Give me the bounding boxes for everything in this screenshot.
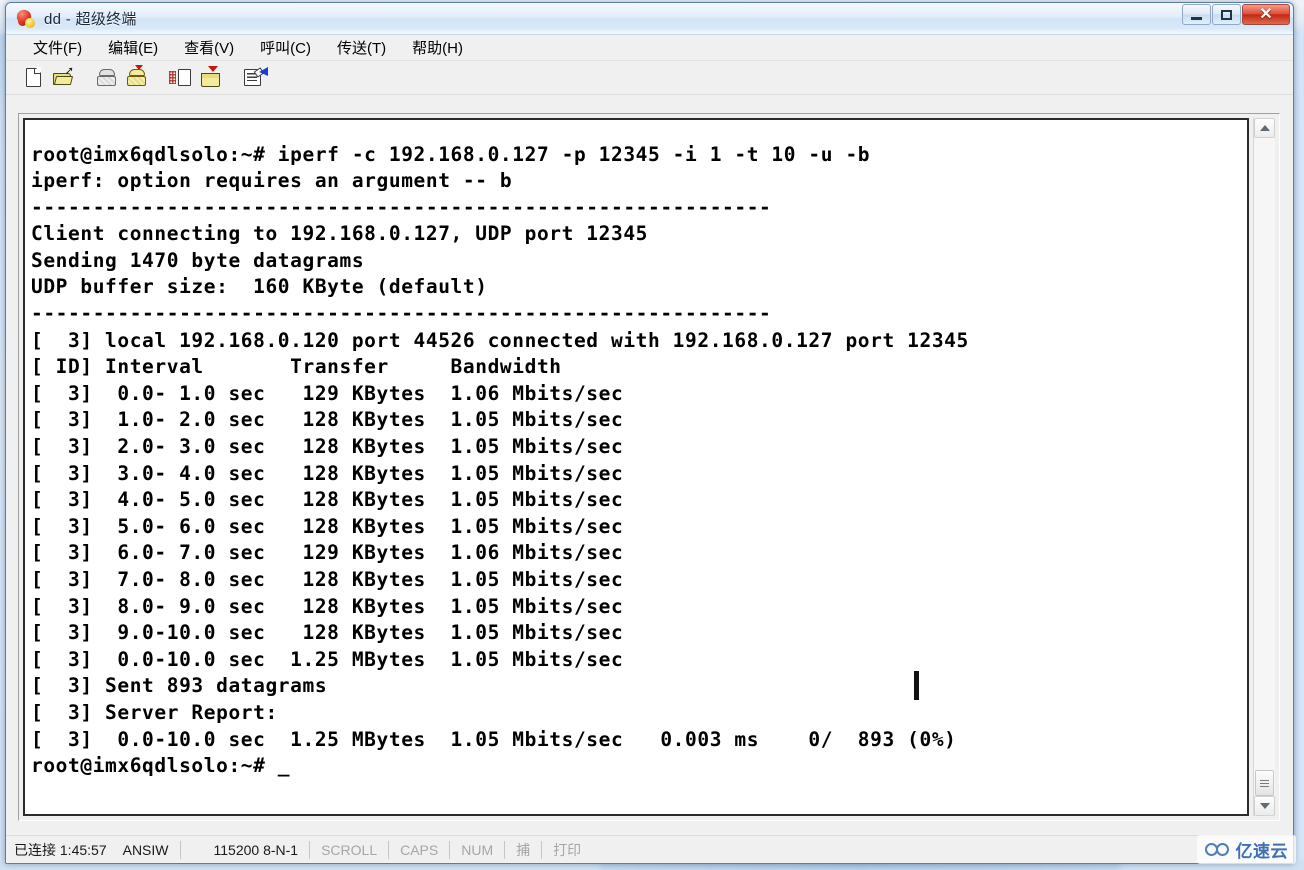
minimize-icon bbox=[1191, 16, 1202, 20]
minimize-button[interactable] bbox=[1182, 4, 1211, 25]
close-button[interactable]: ✕ bbox=[1242, 4, 1290, 25]
send-file-icon bbox=[169, 68, 193, 88]
status-divider bbox=[504, 840, 506, 859]
send-file-button[interactable] bbox=[168, 65, 194, 91]
scroll-up-button[interactable] bbox=[1254, 118, 1275, 138]
title-bar[interactable]: dd - 超级终端 ✕ bbox=[6, 3, 1293, 35]
scroll-thumb-grip bbox=[1260, 779, 1269, 787]
toolbar: ➚ bbox=[6, 61, 1293, 95]
menu-call[interactable]: 呼叫(C) bbox=[247, 35, 324, 60]
maximize-button[interactable] bbox=[1212, 4, 1241, 25]
hyperterminal-icon bbox=[16, 9, 38, 29]
receive-file-button[interactable] bbox=[198, 65, 224, 91]
properties-button[interactable] bbox=[242, 65, 268, 91]
phone-hangup-icon bbox=[96, 69, 118, 86]
new-connection-button[interactable] bbox=[20, 65, 46, 91]
scroll-down-arrow bbox=[1259, 803, 1270, 809]
phone-call-icon bbox=[126, 65, 148, 86]
scroll-thumb[interactable] bbox=[1255, 770, 1274, 796]
menu-edit[interactable]: 编辑(E) bbox=[95, 35, 171, 60]
terminal-panel: root@imx6qdlsolo:~# iperf -c 192.168.0.1… bbox=[18, 113, 1280, 821]
cloud-logo-icon bbox=[1204, 842, 1231, 858]
watermark: 亿速云 bbox=[1196, 835, 1296, 864]
status-capture: 捕 bbox=[516, 841, 531, 858]
new-page-icon bbox=[25, 67, 42, 87]
status-divider bbox=[309, 840, 311, 859]
scroll-up-arrow bbox=[1259, 125, 1270, 131]
disconnect-button[interactable] bbox=[94, 65, 120, 91]
status-connection: 已连接 1:45:57 bbox=[14, 841, 107, 858]
status-caps: CAPS bbox=[400, 841, 439, 858]
status-num: NUM bbox=[461, 841, 494, 858]
menu-transfer[interactable]: 传送(T) bbox=[324, 35, 399, 60]
status-divider bbox=[388, 840, 390, 859]
menu-help[interactable]: 帮助(H) bbox=[399, 35, 476, 60]
menu-bar: 文件(F) 编辑(E) 查看(V) 呼叫(C) 传送(T) 帮助(H) bbox=[6, 35, 1293, 61]
scrollbar-track[interactable] bbox=[1254, 138, 1275, 796]
menu-file[interactable]: 文件(F) bbox=[20, 35, 95, 60]
window-controls: ✕ bbox=[1181, 4, 1290, 25]
hyperterminal-window: dd - 超级终端 ✕ 文件(F) 编辑(E) 查看(V) 呼叫(C) 传送(T… bbox=[5, 2, 1294, 864]
status-scroll: SCROLL bbox=[321, 841, 378, 858]
status-emulation: ANSIW bbox=[122, 841, 169, 858]
status-divider bbox=[449, 840, 451, 859]
close-icon: ✕ bbox=[1259, 5, 1273, 23]
status-divider bbox=[179, 840, 181, 859]
receive-file-icon bbox=[200, 66, 222, 87]
status-bar: 已连接 1:45:57 ANSIW 115200 8-N-1 SCROLL CA… bbox=[6, 835, 1293, 863]
scroll-down-button[interactable] bbox=[1254, 796, 1275, 816]
window-title: dd - 超级终端 bbox=[44, 11, 137, 28]
status-line-settings: 115200 8-N-1 bbox=[213, 841, 299, 858]
status-print: 打印 bbox=[553, 841, 582, 858]
call-button[interactable] bbox=[124, 65, 150, 91]
text-caret bbox=[914, 671, 919, 700]
terminal-scrollbar[interactable] bbox=[1253, 118, 1275, 816]
maximize-icon bbox=[1221, 9, 1232, 20]
terminal-screen[interactable]: root@imx6qdlsolo:~# iperf -c 192.168.0.1… bbox=[23, 118, 1249, 816]
open-connection-button[interactable]: ➚ bbox=[50, 65, 76, 91]
open-folder-icon: ➚ bbox=[53, 66, 74, 85]
status-divider bbox=[541, 840, 543, 859]
properties-icon bbox=[244, 67, 268, 87]
menu-view[interactable]: 查看(V) bbox=[171, 35, 247, 60]
watermark-text: 亿速云 bbox=[1235, 842, 1288, 861]
terminal-output: root@imx6qdlsolo:~# iperf -c 192.168.0.1… bbox=[31, 142, 969, 778]
